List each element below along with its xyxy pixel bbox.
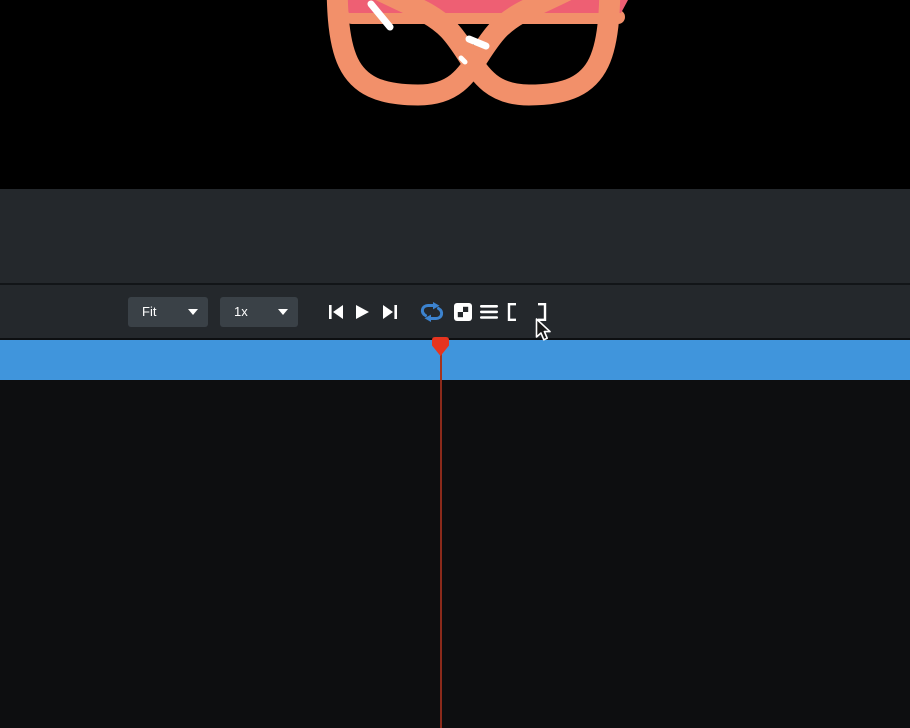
timeline-area (0, 380, 910, 728)
skip-to-start-icon (328, 304, 344, 320)
loop-icon (420, 301, 444, 323)
playhead-marker[interactable] (432, 337, 449, 357)
speed-select[interactable]: 1x (220, 297, 298, 327)
speed-value: 1x (234, 304, 248, 319)
frames-list-button[interactable] (480, 305, 498, 319)
loop-button[interactable] (420, 301, 444, 323)
horizontal-lines-icon (480, 305, 498, 319)
player-window: Fit 1x (0, 0, 910, 728)
player-toolbar: Fit 1x (0, 285, 910, 338)
mark-out-button[interactable] (537, 303, 547, 321)
zoom-fit-value: Fit (142, 304, 156, 319)
right-bracket-icon (537, 303, 547, 321)
chevron-down-icon (278, 309, 288, 315)
mark-in-button[interactable] (507, 303, 517, 321)
player-panel (0, 189, 910, 283)
animation-canvas (0, 0, 910, 189)
left-bracket-icon (507, 303, 517, 321)
seekbar[interactable] (0, 340, 910, 380)
play-icon (354, 304, 370, 320)
play-button[interactable] (354, 304, 370, 320)
chevron-down-icon (188, 309, 198, 315)
last-frame-button[interactable] (382, 304, 398, 320)
background-toggle-button[interactable] (454, 303, 472, 321)
checkerboard-icon (454, 303, 472, 321)
knot-animation-graphic (0, 0, 910, 189)
playhead-line (440, 354, 442, 728)
skip-to-end-icon (382, 304, 398, 320)
zoom-fit-select[interactable]: Fit (128, 297, 208, 327)
first-frame-button[interactable] (328, 304, 344, 320)
